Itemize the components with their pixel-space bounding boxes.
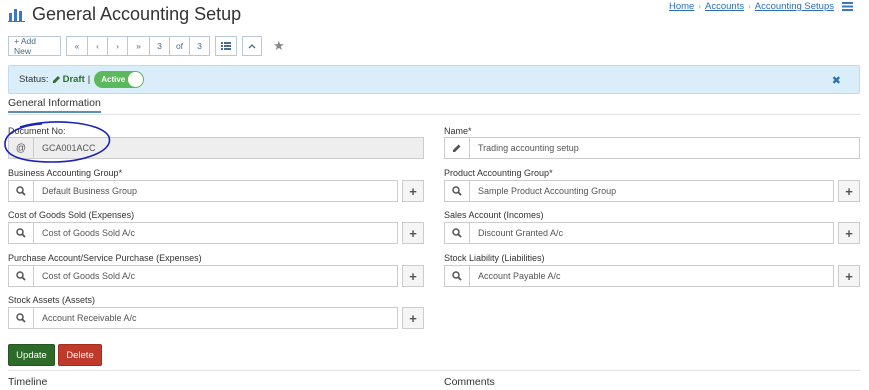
timeline-title: Timeline bbox=[8, 376, 48, 388]
at-icon: @ bbox=[8, 137, 34, 159]
add-stock-liability-button[interactable]: + bbox=[838, 265, 860, 287]
add-new-button[interactable]: + Add New bbox=[8, 36, 61, 56]
delete-button[interactable]: Delete bbox=[58, 344, 102, 366]
first-record-button[interactable]: « bbox=[66, 36, 88, 56]
comments-title: Comments bbox=[444, 376, 495, 388]
current-page: 3 bbox=[150, 36, 170, 56]
purchase-account-label: Purchase Account/Service Purchase (Expen… bbox=[8, 253, 202, 263]
toggle-knob bbox=[128, 72, 144, 87]
sales-account-input[interactable]: Discount Granted A/c bbox=[470, 222, 834, 244]
status-bar: Status: Draft | Active ✖ bbox=[8, 65, 860, 94]
list-view-button[interactable] bbox=[215, 36, 237, 56]
section-divider bbox=[8, 114, 860, 115]
footer-divider bbox=[8, 370, 860, 371]
stock-assets-label: Stock Assets (Assets) bbox=[8, 295, 96, 305]
sales-account-field: Discount Granted A/c + bbox=[444, 222, 860, 244]
breadcrumb-accounts-link[interactable]: Accounts bbox=[705, 1, 744, 12]
status-label: Status: bbox=[19, 74, 49, 85]
next-record-button[interactable]: › bbox=[108, 36, 128, 56]
name-label: Name* bbox=[444, 126, 472, 136]
star-icon[interactable]: ★ bbox=[273, 36, 285, 56]
breadcrumb: Home › Accounts › Accounting Setups bbox=[669, 1, 853, 12]
bar-chart-icon bbox=[8, 9, 25, 22]
pencil-icon bbox=[52, 76, 60, 83]
business-group-field: Default Business Group + bbox=[8, 180, 424, 202]
add-cogs-button[interactable]: + bbox=[402, 222, 424, 244]
search-icon[interactable] bbox=[444, 180, 470, 202]
add-sales-account-button[interactable]: + bbox=[838, 222, 860, 244]
add-purchase-account-button[interactable]: + bbox=[402, 265, 424, 287]
collapse-button[interactable] bbox=[242, 36, 262, 56]
stock-liability-field: Account Payable A/c + bbox=[444, 265, 860, 287]
purchase-account-input[interactable]: Cost of Goods Sold A/c bbox=[34, 265, 398, 287]
product-group-input[interactable]: Sample Product Accounting Group bbox=[470, 180, 834, 202]
search-icon[interactable] bbox=[8, 307, 34, 329]
cogs-field: Cost of Goods Sold A/c + bbox=[8, 222, 424, 244]
status-draft-text: Draft bbox=[62, 74, 85, 85]
active-toggle[interactable]: Active bbox=[94, 71, 145, 88]
status-draft: Draft bbox=[52, 74, 85, 85]
tab-general-information[interactable]: General Information bbox=[8, 97, 101, 113]
cogs-label: Cost of Goods Sold (Expenses) bbox=[8, 210, 135, 220]
menu-icon[interactable] bbox=[842, 2, 853, 11]
search-icon[interactable] bbox=[444, 265, 470, 287]
stock-assets-input[interactable]: Account Receivable A/c bbox=[34, 307, 398, 329]
pencil-icon bbox=[444, 137, 470, 159]
breadcrumb-home-link[interactable]: Home bbox=[669, 1, 694, 12]
page-header: General Accounting Setup bbox=[8, 2, 241, 26]
add-business-group-button[interactable]: + bbox=[402, 180, 424, 202]
record-toolbar: + Add New « ‹ › » 3 of 3 ★ bbox=[8, 36, 285, 56]
sales-account-label: Sales Account (Incomes) bbox=[444, 210, 544, 220]
list-icon bbox=[221, 42, 231, 50]
total-pages: 3 bbox=[190, 36, 210, 56]
caret-up-icon bbox=[248, 44, 256, 49]
cogs-input[interactable]: Cost of Goods Sold A/c bbox=[34, 222, 398, 244]
close-icon[interactable]: ✖ bbox=[832, 74, 841, 87]
breadcrumb-separator: › bbox=[698, 2, 702, 11]
business-group-input[interactable]: Default Business Group bbox=[34, 180, 398, 202]
document-no-field: @ GCA001ACC bbox=[8, 137, 424, 159]
stock-assets-field: Account Receivable A/c + bbox=[8, 307, 424, 329]
add-stock-assets-button[interactable]: + bbox=[402, 307, 424, 329]
breadcrumb-separator: › bbox=[748, 2, 751, 11]
stock-liability-input[interactable]: Account Payable A/c bbox=[470, 265, 834, 287]
stock-liability-label: Stock Liability (Liabilities) bbox=[444, 253, 545, 263]
of-label: of bbox=[170, 36, 190, 56]
purchase-account-field: Cost of Goods Sold A/c + bbox=[8, 265, 424, 287]
breadcrumb-accounting-setups-link[interactable]: Accounting Setups bbox=[755, 1, 834, 12]
search-icon[interactable] bbox=[8, 180, 34, 202]
name-input[interactable]: Trading accounting setup bbox=[470, 137, 860, 159]
product-group-field: Sample Product Accounting Group + bbox=[444, 180, 860, 202]
business-group-label: Business Accounting Group* bbox=[8, 168, 123, 178]
document-no-input: GCA001ACC bbox=[34, 137, 424, 159]
page-title: General Accounting Setup bbox=[32, 3, 242, 24]
last-record-button[interactable]: » bbox=[128, 36, 150, 56]
prev-record-button[interactable]: ‹ bbox=[88, 36, 108, 56]
search-icon[interactable] bbox=[8, 265, 34, 287]
name-field: Trading accounting setup bbox=[444, 137, 860, 159]
update-button[interactable]: Update bbox=[8, 344, 55, 366]
document-no-label: Document No: bbox=[8, 126, 66, 136]
active-toggle-label: Active bbox=[101, 75, 126, 84]
status-separator: | bbox=[87, 74, 91, 85]
search-icon[interactable] bbox=[8, 222, 34, 244]
add-product-group-button[interactable]: + bbox=[838, 180, 860, 202]
search-icon[interactable] bbox=[444, 222, 470, 244]
product-group-label: Product Accounting Group* bbox=[444, 168, 553, 178]
